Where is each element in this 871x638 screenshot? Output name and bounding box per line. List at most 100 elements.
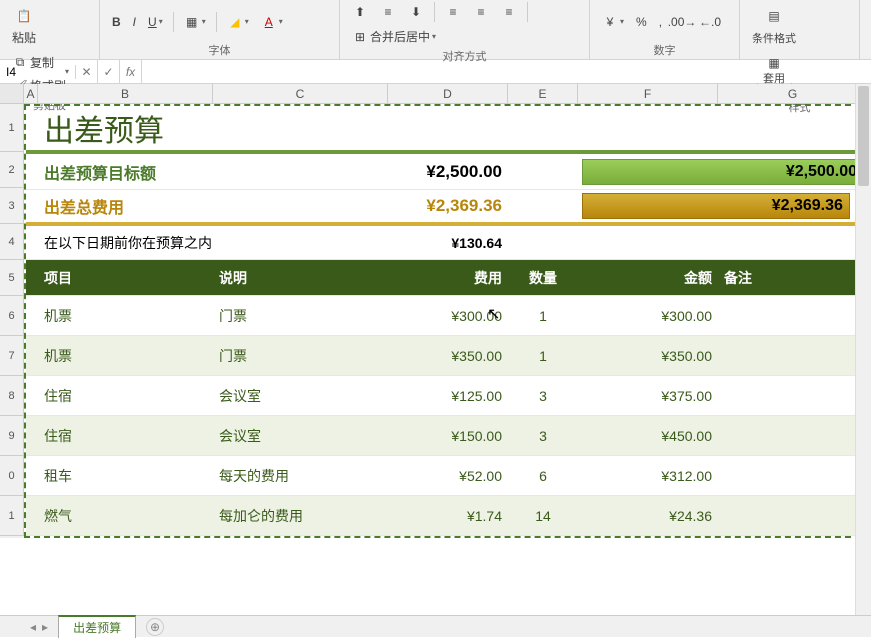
confirm-button[interactable]: ✓ bbox=[98, 60, 120, 83]
merge-icon: ⊞ bbox=[352, 29, 368, 45]
align-center-button[interactable]: ≡ bbox=[469, 2, 493, 22]
cells-area[interactable]: 出差预算 出差预算目标额 ¥2,500.00 ¥2,500.00 出差总费用 ¥… bbox=[24, 104, 871, 538]
tab-prev-button[interactable]: ◂ bbox=[30, 620, 36, 634]
x-icon: ✕ bbox=[81, 65, 91, 79]
fill-icon: ◢ bbox=[227, 14, 243, 30]
cell-remark bbox=[718, 296, 868, 335]
ribbon-group-clipboard: 📋 粘贴 ⧉ 复制 🖌 格式刷 剪贴板 bbox=[0, 0, 100, 60]
column-headers: A B C D E F G bbox=[0, 84, 871, 104]
col-header-f[interactable]: F bbox=[578, 84, 718, 103]
th-remark: 备注 bbox=[718, 260, 868, 295]
budget-target-label: 出差预算目标额 bbox=[38, 154, 213, 189]
vertical-scrollbar[interactable] bbox=[855, 84, 871, 615]
ribbon-group-number: ¥▾ % , .00→ ←.0 数字 bbox=[590, 0, 740, 60]
comma-button[interactable]: , bbox=[655, 13, 666, 31]
ribbon-toolbar: 📋 粘贴 ⧉ 复制 🖌 格式刷 剪贴板 B I U▾ ▦▾ bbox=[0, 0, 871, 60]
align-center-icon: ≡ bbox=[473, 4, 489, 20]
th-item: 项目 bbox=[38, 260, 213, 295]
name-box-value: I4 bbox=[6, 65, 16, 79]
fill-color-button[interactable]: ◢▾ bbox=[223, 12, 253, 32]
title-row: 出差预算 bbox=[26, 106, 871, 154]
cell-amount: ¥24.36 bbox=[578, 496, 718, 535]
cell-cost: ¥1.74 bbox=[388, 496, 508, 535]
table-row[interactable]: 住宿会议室¥150.003¥450.00 bbox=[26, 416, 871, 456]
row-header[interactable]: 1 bbox=[0, 496, 24, 536]
table-row[interactable]: 机票门票¥300.001¥300.00 bbox=[26, 296, 871, 336]
currency-button[interactable]: ¥▾ bbox=[598, 12, 628, 32]
total-cost-bar: ¥2,369.36 bbox=[582, 193, 850, 219]
paste-button[interactable]: 📋 粘贴 bbox=[8, 2, 40, 48]
row-header[interactable]: 6 bbox=[0, 296, 24, 336]
font-color-button[interactable]: A▾ bbox=[257, 12, 287, 32]
cell-item: 燃气 bbox=[38, 496, 213, 535]
row-header[interactable]: 7 bbox=[0, 336, 24, 376]
align-bottom-icon: ⬇ bbox=[408, 4, 424, 20]
row-header[interactable]: 9 bbox=[0, 416, 24, 456]
increase-decimal-button[interactable]: .00→ bbox=[670, 12, 694, 32]
th-amount: 金额 bbox=[578, 260, 718, 295]
underline-button[interactable]: U▾ bbox=[144, 13, 167, 31]
tab-next-button[interactable]: ▸ bbox=[42, 620, 48, 634]
select-all-corner[interactable] bbox=[0, 84, 24, 103]
font-color-icon: A bbox=[261, 14, 277, 30]
name-box[interactable]: I4 ▾ bbox=[0, 65, 76, 79]
sheet-tab-bar: ◂ ▸ 出差预算 ⊕ bbox=[0, 615, 871, 637]
cell-cost: ¥350.00 bbox=[388, 336, 508, 375]
align-bottom-button[interactable]: ⬇ bbox=[404, 2, 428, 22]
col-header-a[interactable]: A bbox=[24, 84, 38, 103]
col-header-c[interactable]: C bbox=[213, 84, 388, 103]
table-format-icon: ▦ bbox=[762, 54, 786, 72]
cell-remark bbox=[718, 456, 868, 495]
align-top-button[interactable]: ⬆ bbox=[348, 2, 372, 22]
col-header-d[interactable]: D bbox=[388, 84, 508, 103]
table-row[interactable]: 燃气每加仑的费用¥1.7414¥24.36 bbox=[26, 496, 871, 536]
merge-button[interactable]: ⊞合并后居中▾ bbox=[348, 26, 440, 47]
font-group-label: 字体 bbox=[108, 41, 331, 58]
cancel-button[interactable]: ✕ bbox=[76, 60, 98, 83]
percent-button[interactable]: % bbox=[632, 13, 651, 31]
cell-item: 机票 bbox=[38, 296, 213, 335]
within-budget-label: 在以下日期前你在预算之内 bbox=[38, 226, 388, 259]
col-header-b[interactable]: B bbox=[38, 84, 213, 103]
cell-qty: 1 bbox=[508, 336, 578, 375]
fx-button[interactable]: fx bbox=[120, 60, 142, 83]
cell-item: 住宿 bbox=[38, 416, 213, 455]
align-middle-button[interactable]: ≡ bbox=[376, 2, 400, 22]
col-header-g[interactable]: G bbox=[718, 84, 868, 103]
ribbon-group-styles: ▤ 条件格式 ▦ 套用 表格格式 样式 bbox=[740, 0, 860, 60]
decrease-decimal-button[interactable]: ←.0 bbox=[698, 12, 722, 32]
border-button[interactable]: ▦▾ bbox=[180, 12, 210, 32]
cell-cost: ¥300.00 bbox=[388, 296, 508, 335]
budget-target-value: ¥2,500.00 bbox=[388, 154, 508, 189]
row-header[interactable]: 1 bbox=[0, 104, 24, 152]
cell-qty: 3 bbox=[508, 376, 578, 415]
row-header[interactable]: 0 bbox=[0, 456, 24, 496]
cell-cost: ¥125.00 bbox=[388, 376, 508, 415]
bold-button[interactable]: B bbox=[108, 13, 125, 31]
col-header-e[interactable]: E bbox=[508, 84, 578, 103]
row-header[interactable]: 2 bbox=[0, 152, 24, 188]
sheet-tab-active[interactable]: 出差预算 bbox=[58, 615, 136, 638]
cell-item: 住宿 bbox=[38, 376, 213, 415]
budget-target-bar: ¥2,500.00 bbox=[582, 159, 864, 185]
row-header[interactable]: 5 bbox=[0, 260, 24, 296]
row-header[interactable]: 4 bbox=[0, 224, 24, 260]
row-header[interactable]: 3 bbox=[0, 188, 24, 224]
table-row[interactable]: 租车每天的费用¥52.006¥312.00 bbox=[26, 456, 871, 496]
add-sheet-button[interactable]: ⊕ bbox=[146, 618, 164, 636]
budget-target-row: 出差预算目标额 ¥2,500.00 ¥2,500.00 bbox=[26, 154, 871, 190]
align-left-button[interactable]: ≡ bbox=[441, 2, 465, 22]
italic-button[interactable]: I bbox=[129, 13, 140, 31]
spreadsheet-grid: A B C D E F G 1 2 3 4 5 6 7 8 9 0 1 出差预算 bbox=[0, 84, 871, 538]
align-top-icon: ⬆ bbox=[352, 4, 368, 20]
cell-amount: ¥300.00 bbox=[578, 296, 718, 335]
align-middle-icon: ≡ bbox=[380, 4, 396, 20]
table-row[interactable]: 住宿会议室¥125.003¥375.00 bbox=[26, 376, 871, 416]
table-row[interactable]: 机票门票¥350.001¥350.00 bbox=[26, 336, 871, 376]
conditional-format-button[interactable]: ▤ 条件格式 bbox=[748, 2, 800, 48]
inc-decimal-icon: .00→ bbox=[674, 14, 690, 30]
within-budget-row: 在以下日期前你在预算之内 ¥130.64 bbox=[26, 226, 871, 260]
row-header[interactable]: 8 bbox=[0, 376, 24, 416]
cell-desc: 门票 bbox=[213, 336, 388, 375]
align-right-button[interactable]: ≡ bbox=[497, 2, 521, 22]
